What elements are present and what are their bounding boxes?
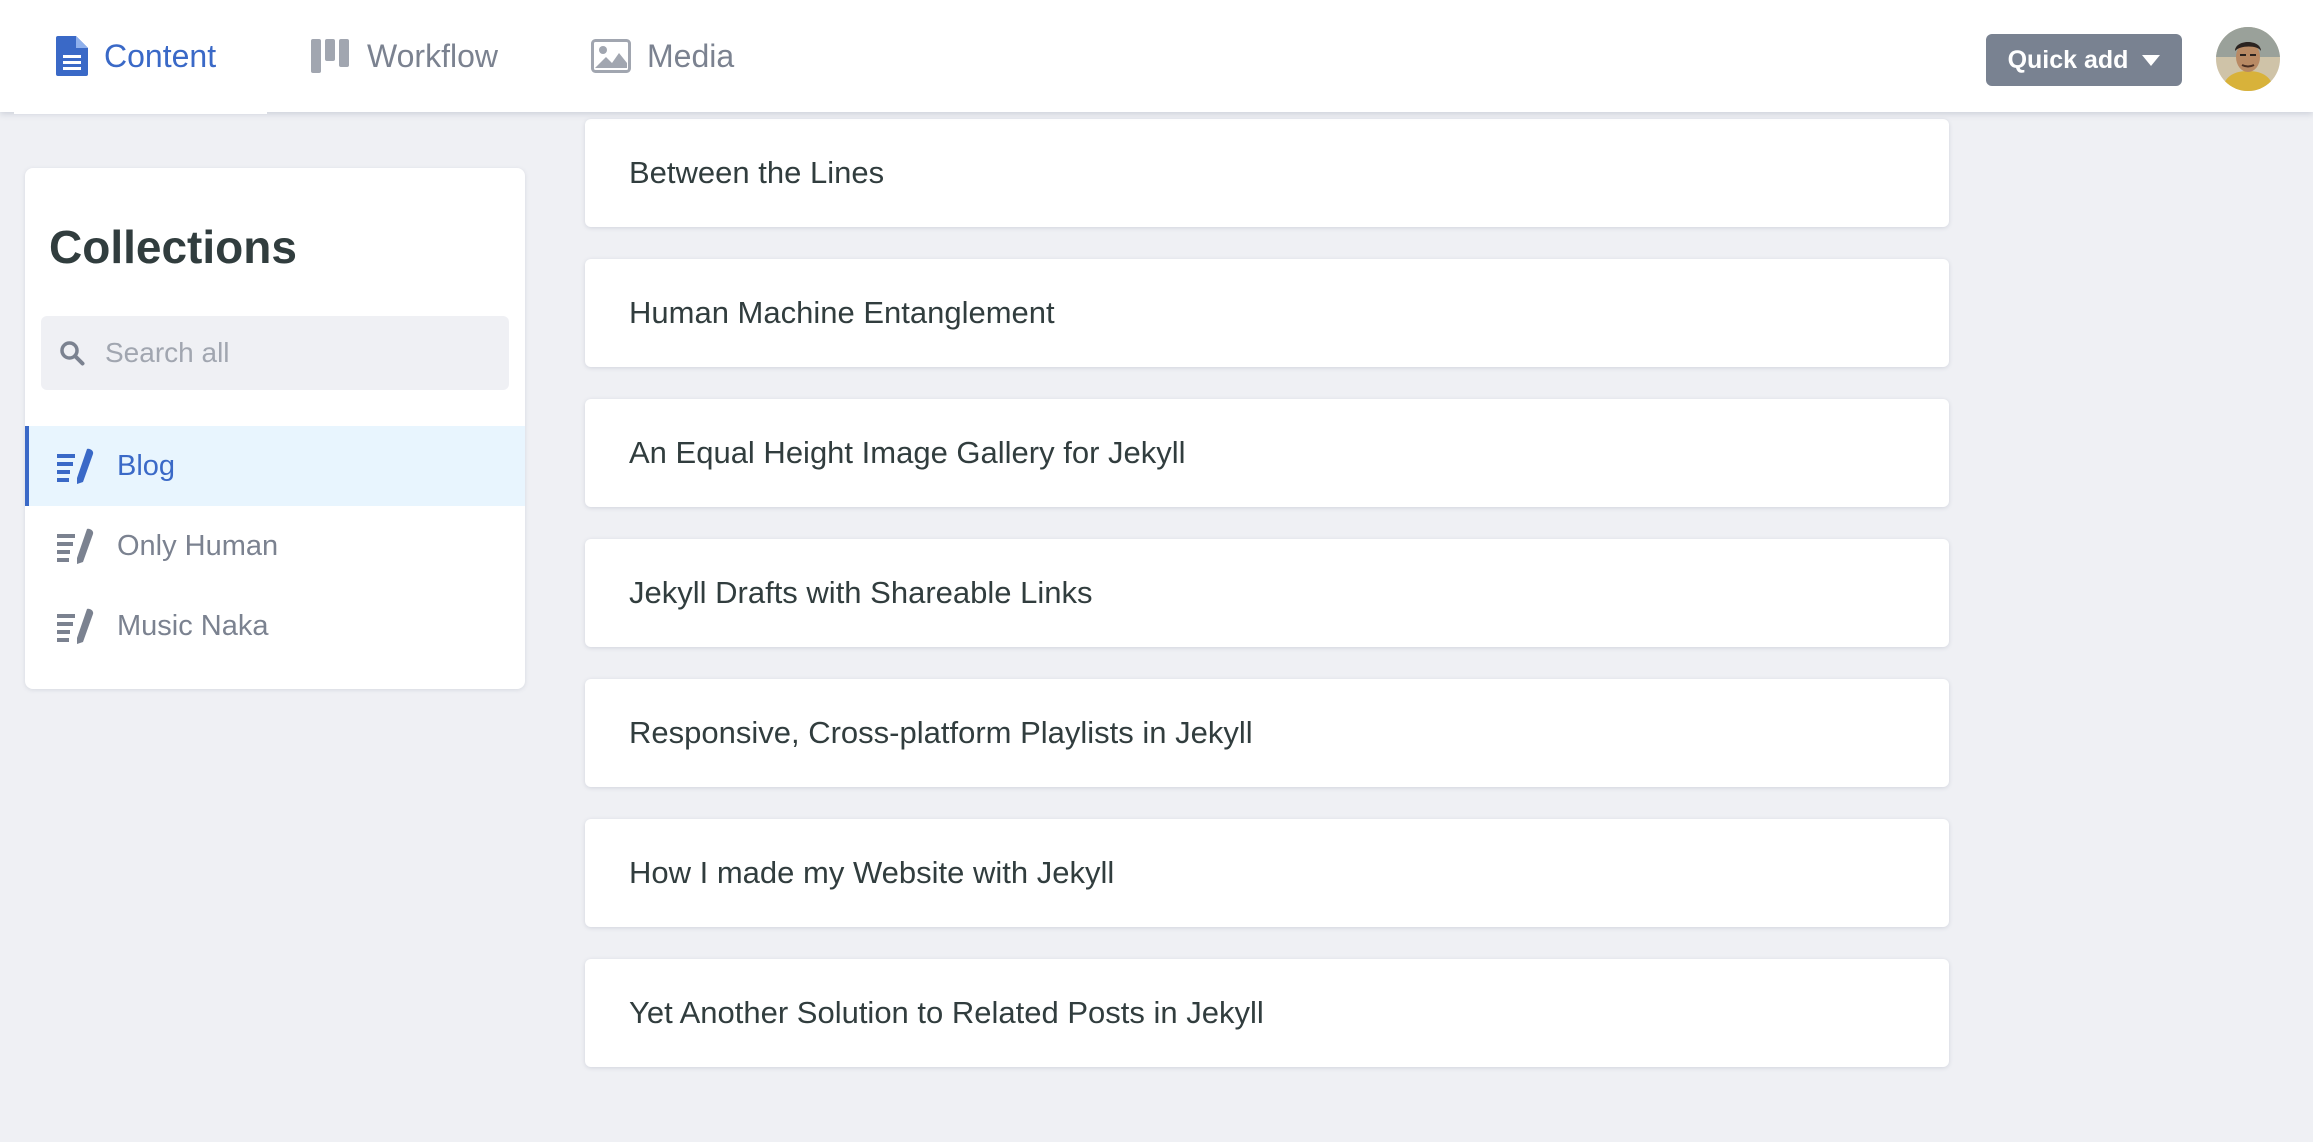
active-tab-indicator [14, 108, 267, 114]
tab-media[interactable]: Media [591, 0, 734, 112]
search-icon [59, 340, 85, 366]
entry-card[interactable]: Yet Another Solution to Related Posts in… [585, 959, 1949, 1067]
entry-card[interactable]: Between the Lines [585, 119, 1949, 227]
entry-card[interactable]: Jekyll Drafts with Shareable Links [585, 539, 1949, 647]
workflow-columns-icon [311, 39, 351, 73]
entry-card[interactable]: Human Machine Entanglement [585, 259, 1949, 367]
sidebar-item-label: Music Naka [117, 609, 269, 642]
image-icon [591, 39, 631, 73]
entry-title: Responsive, Cross-platform Playlists in … [629, 715, 1253, 750]
tab-content-label: Content [104, 37, 217, 74]
search-input[interactable] [103, 336, 483, 370]
write-icon [57, 608, 95, 644]
tab-media-label: Media [647, 37, 735, 74]
entry-title: How I made my Website with Jekyll [629, 855, 1115, 890]
sidebar-item-label: Only Human [117, 529, 279, 562]
collections-sidebar: Collections Blog [25, 168, 525, 689]
entry-card[interactable]: Responsive, Cross-platform Playlists in … [585, 679, 1949, 787]
caret-down-icon [2142, 54, 2161, 66]
sidebar-item-only-human[interactable]: Only Human [25, 506, 525, 586]
sidebar-item-label: Blog [117, 449, 176, 482]
tab-workflow[interactable]: Workflow [311, 0, 498, 112]
entry-title: Yet Another Solution to Related Posts in… [629, 995, 1264, 1030]
write-icon [57, 528, 95, 564]
entry-card[interactable]: An Equal Height Image Gallery for Jekyll [585, 399, 1949, 507]
tab-content[interactable]: Content [56, 0, 216, 112]
quick-add-label: Quick add [2007, 45, 2129, 74]
top-nav-bar: Content Workflow Media Quick add [0, 0, 2313, 114]
write-icon [57, 448, 95, 484]
entry-title: Jekyll Drafts with Shareable Links [629, 575, 1093, 610]
quick-add-button[interactable]: Quick add [1986, 34, 2182, 86]
user-avatar[interactable] [2216, 27, 2280, 91]
sidebar-item-music-naka[interactable]: Music Naka [25, 586, 525, 666]
sidebar-item-blog[interactable]: Blog [25, 426, 525, 506]
tab-workflow-label: Workflow [367, 37, 498, 74]
entry-title: Between the Lines [629, 155, 885, 190]
entry-card[interactable]: How I made my Website with Jekyll [585, 819, 1949, 927]
document-icon [56, 36, 88, 76]
sidebar-title: Collections [49, 221, 297, 273]
entry-title: Human Machine Entanglement [629, 295, 1055, 330]
search-box[interactable] [41, 316, 509, 390]
entry-title: An Equal Height Image Gallery for Jekyll [629, 435, 1186, 470]
